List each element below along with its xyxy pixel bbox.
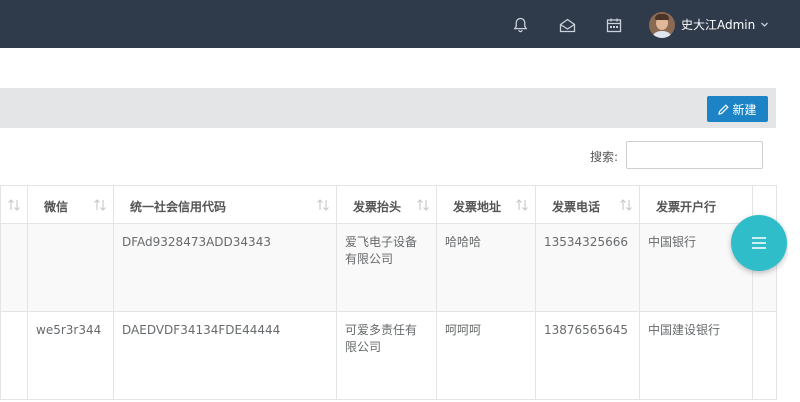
table-toolbar [0, 88, 776, 128]
sort-icon[interactable] [7, 199, 21, 214]
column-header-credit-code[interactable]: 统一社会信用代码 [113, 185, 337, 224]
cell-prev [0, 311, 28, 400]
cell-invoice-bank: 中国建设银行 [639, 311, 753, 400]
column-header-invoice-phone[interactable]: 发票电话 [535, 185, 640, 224]
cell-invoice-address: 哈哈哈 [436, 223, 536, 312]
cell-invoice-title: 可爱多责任有限公司 [336, 311, 437, 400]
sort-icon[interactable] [316, 199, 330, 214]
search-label: 搜索: [590, 150, 619, 164]
column-header-invoice-title[interactable]: 发票抬头 [336, 185, 437, 224]
column-header-wechat[interactable]: 微信 [27, 185, 114, 224]
envelope-icon[interactable] [558, 16, 576, 34]
cell-credit-code: DFAd9328473ADD34343 [113, 223, 337, 312]
cell-invoice-phone: 13534325666 [535, 223, 640, 312]
table-header-row: 微信 统一社会信用代码 发票抬头 发票地址 发票电话 发票开户行 [0, 185, 777, 224]
cell-prev [0, 223, 28, 312]
menu-icon [752, 237, 766, 249]
cell-invoice-address: 呵呵呵 [436, 311, 536, 400]
sort-icon[interactable] [515, 199, 529, 214]
cell-wechat [27, 223, 114, 312]
cell-next [752, 311, 777, 400]
user-name[interactable]: 史大江Admin [681, 17, 755, 33]
table-row[interactable]: we5r3r344 DAEDVDF34134FDE44444 可爱多责任有限公司… [0, 311, 777, 400]
floating-menu-button[interactable] [731, 215, 787, 271]
cell-wechat: we5r3r344 [27, 311, 114, 400]
sort-icon[interactable] [619, 199, 633, 214]
avatar[interactable] [649, 12, 675, 38]
chevron-down-icon[interactable] [760, 18, 769, 32]
top-navbar: 史大江Admin [0, 0, 800, 48]
pencil-icon [718, 103, 730, 115]
cell-credit-code: DAEDVDF34134FDE44444 [113, 311, 337, 400]
new-button-label: 新建 [732, 102, 757, 117]
data-table: 微信 统一社会信用代码 发票抬头 发票地址 发票电话 发票开户行 DFAd932… [0, 185, 777, 400]
sort-icon[interactable] [93, 199, 107, 214]
column-header-invoice-address[interactable]: 发票地址 [436, 185, 536, 224]
column-header-invoice-bank[interactable]: 发票开户行 [639, 185, 753, 224]
cell-invoice-title: 爱飞电子设备有限公司 [336, 223, 437, 312]
new-button[interactable]: 新建 [707, 96, 768, 122]
scrollbar-track[interactable] [788, 48, 800, 402]
column-header-prev[interactable] [0, 185, 28, 224]
bell-icon[interactable] [511, 16, 529, 34]
table-row[interactable]: DFAd9328473ADD34343 爱飞电子设备有限公司 哈哈哈 13534… [0, 223, 777, 312]
cell-invoice-phone: 13876565645 [535, 311, 640, 400]
sort-icon[interactable] [416, 199, 430, 214]
search-input[interactable] [626, 141, 763, 169]
calendar-icon[interactable] [605, 16, 623, 34]
